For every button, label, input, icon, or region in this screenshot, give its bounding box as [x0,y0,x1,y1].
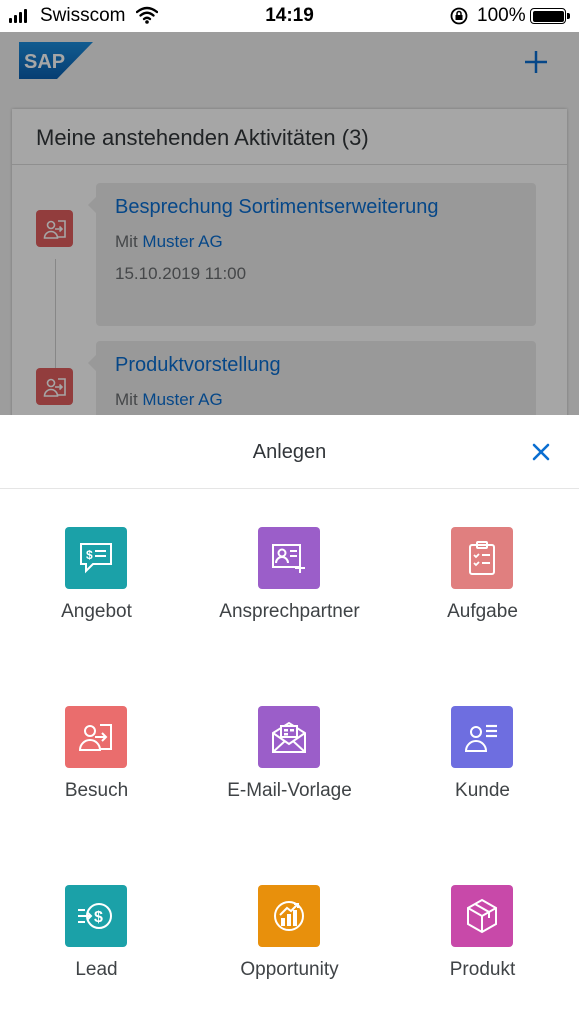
close-icon[interactable] [529,440,553,464]
opportunity-icon [258,885,320,947]
svg-text:$: $ [94,909,103,926]
tile-label: E-Mail-Vorlage [227,780,352,801]
sheet-header: Anlegen [0,415,579,489]
quote-icon: $ [65,527,127,589]
svg-text:$: $ [86,548,93,562]
product-icon [451,885,513,947]
tile-label: Angebot [61,601,132,622]
create-angebot-button[interactable]: $ Angebot [0,527,193,657]
battery-percent: 100% [477,5,526,26]
sheet-title: Anlegen [252,441,327,463]
create-lead-button[interactable]: $ Lead [0,885,193,1015]
create-ansprechpartner-button[interactable]: Ansprechpartner [193,527,386,657]
dim-overlay[interactable] [0,32,579,415]
create-opportunity-button[interactable]: Opportunity [193,885,386,1015]
lead-icon: $ [65,885,127,947]
task-clipboard-icon [451,527,513,589]
create-aufgabe-button[interactable]: Aufgabe [386,527,579,657]
tile-label: Besuch [64,780,129,801]
tile-label: Ansprechpartner [219,601,360,622]
tile-label: Opportunity [240,959,339,980]
tile-label: Aufgabe [447,601,518,622]
status-bar: Swisscom 14:19 100% [0,0,579,32]
create-sheet: Anlegen $ Angebot Ansprechpartner Aufgab… [0,415,579,1030]
battery-icon [530,8,570,24]
email-template-icon [258,706,320,768]
create-besuch-button[interactable]: Besuch [0,706,193,836]
rotation-lock-icon [450,7,468,25]
tile-label: Produkt [449,959,516,980]
tile-label: Lead [75,959,118,980]
contact-add-icon [258,527,320,589]
tile-label: Kunde [455,780,510,801]
visit-icon [65,706,127,768]
create-produkt-button[interactable]: Produkt [386,885,579,1015]
customer-icon [451,706,513,768]
create-kunde-button[interactable]: Kunde [386,706,579,836]
create-email-vorlage-button[interactable]: E-Mail-Vorlage [193,706,386,836]
